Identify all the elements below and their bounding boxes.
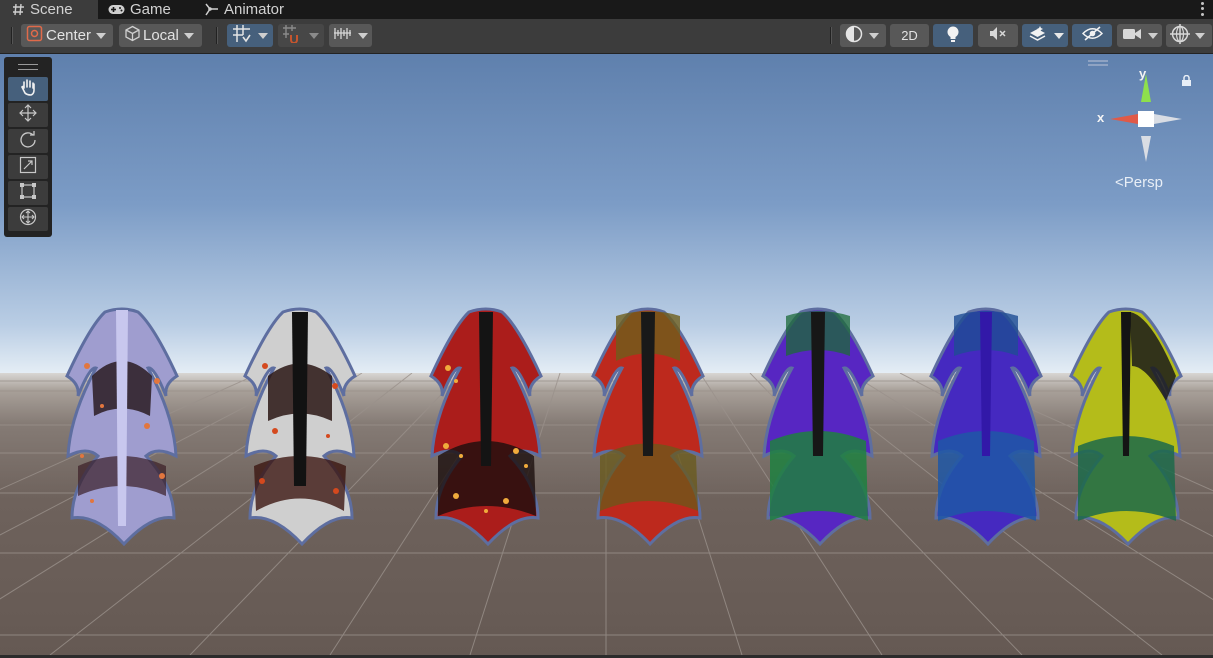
- toggle-2d-button[interactable]: 2D: [890, 24, 929, 47]
- move-tool-button[interactable]: [8, 103, 48, 127]
- cube-icon: [124, 25, 141, 46]
- chevron-down-icon: [96, 32, 107, 39]
- projection-label: Persp: [1123, 174, 1163, 191]
- animator-icon: [205, 3, 219, 16]
- eye-hidden-icon: [1081, 26, 1103, 45]
- layers-effects-icon: [1028, 25, 1047, 46]
- mermaid-tail-red-olive[interactable]: [588, 306, 708, 546]
- grid-snap-icon: [232, 24, 251, 47]
- lighting-toggle[interactable]: [933, 24, 973, 47]
- rect-icon: [19, 182, 37, 205]
- chevron-down-icon: [258, 32, 268, 39]
- chevron-down-icon: [869, 32, 879, 39]
- gizmo-x-label: x: [1097, 110, 1105, 125]
- persp-arrow-icon: <: [1115, 174, 1124, 191]
- tab-bar: Scene Game Animator: [0, 0, 1213, 19]
- increment-snap-icon: [282, 24, 301, 47]
- toolbar-separator: [830, 27, 832, 44]
- draw-mode-dropdown[interactable]: [840, 24, 886, 47]
- shading-sphere-icon: [845, 25, 863, 47]
- light-bulb-icon: [946, 25, 960, 47]
- ruler-icon: [333, 26, 352, 45]
- chevron-down-icon: [1054, 32, 1064, 39]
- tab-scene[interactable]: Scene: [0, 0, 98, 19]
- transform-tool-button[interactable]: [8, 207, 48, 231]
- space-label: Local: [143, 27, 179, 44]
- camera-icon: [1122, 27, 1142, 45]
- chevron-down-icon: [183, 32, 194, 39]
- tab-game-label: Game: [130, 1, 171, 18]
- move-icon: [19, 103, 37, 127]
- toolbar-grip: [11, 27, 13, 44]
- scene-toolbar: Center Local 2D: [0, 19, 1213, 54]
- chevron-down-icon: [1148, 32, 1158, 39]
- transform-icon: [19, 208, 37, 231]
- gizmo-y-label: y: [1139, 66, 1147, 81]
- pivot-center-dropdown[interactable]: Center: [21, 24, 113, 47]
- audio-toggle[interactable]: [978, 24, 1018, 47]
- mermaid-tail-lime[interactable]: [1066, 306, 1186, 546]
- effects-dropdown[interactable]: [1022, 24, 1068, 47]
- grid-snap-toggle[interactable]: [227, 24, 273, 47]
- gamepad-icon: [108, 4, 125, 15]
- tab-scene-label: Scene: [30, 1, 73, 18]
- rotate-tool-button[interactable]: [8, 129, 48, 153]
- chevron-down-icon: [309, 32, 319, 39]
- increment-snap-button[interactable]: [278, 24, 324, 47]
- hand-icon: [19, 78, 37, 101]
- pivot-icon: [26, 25, 43, 46]
- toggle-2d-label: 2D: [901, 28, 918, 43]
- mermaid-tail-purple-green[interactable]: [758, 306, 878, 546]
- gizmos-globe-icon: [1170, 23, 1190, 48]
- ruler-dropdown[interactable]: [329, 24, 372, 47]
- more-options-icon[interactable]: [1199, 1, 1205, 17]
- hash-icon: [12, 3, 25, 16]
- hand-tool-button[interactable]: [8, 77, 48, 101]
- tab-animator[interactable]: Animator: [205, 0, 315, 19]
- scene-viewport[interactable]: y x <Persp: [0, 54, 1213, 655]
- lock-icon[interactable]: [1181, 74, 1192, 92]
- pivot-label: Center: [46, 27, 92, 44]
- tab-game[interactable]: Game: [108, 0, 198, 19]
- mermaid-tail-silver[interactable]: [240, 306, 360, 546]
- mermaid-tail-lavender[interactable]: [62, 306, 182, 546]
- mermaid-tail-red-gold[interactable]: [426, 306, 546, 546]
- camera-settings-dropdown[interactable]: [1117, 24, 1162, 47]
- mermaid-tail-violet-blue[interactable]: [926, 306, 1046, 546]
- projection-toggle[interactable]: <Persp: [1115, 174, 1163, 191]
- scene-visibility-toggle[interactable]: [1072, 24, 1112, 47]
- pivot-space-dropdown[interactable]: Local: [119, 24, 202, 47]
- chevron-down-icon: [1195, 32, 1205, 39]
- gizmos-dropdown[interactable]: [1166, 23, 1212, 48]
- tools-palette: [4, 57, 52, 237]
- chevron-down-icon: [358, 32, 368, 39]
- mute-audio-icon: [989, 26, 1007, 45]
- palette-grip[interactable]: [18, 64, 38, 70]
- toolbar-separator: [216, 27, 218, 44]
- tab-animator-label: Animator: [224, 1, 285, 18]
- scale-icon: [19, 156, 37, 179]
- scale-tool-button[interactable]: [8, 155, 48, 179]
- rect-tool-button[interactable]: [8, 181, 48, 205]
- rotate-icon: [19, 130, 37, 153]
